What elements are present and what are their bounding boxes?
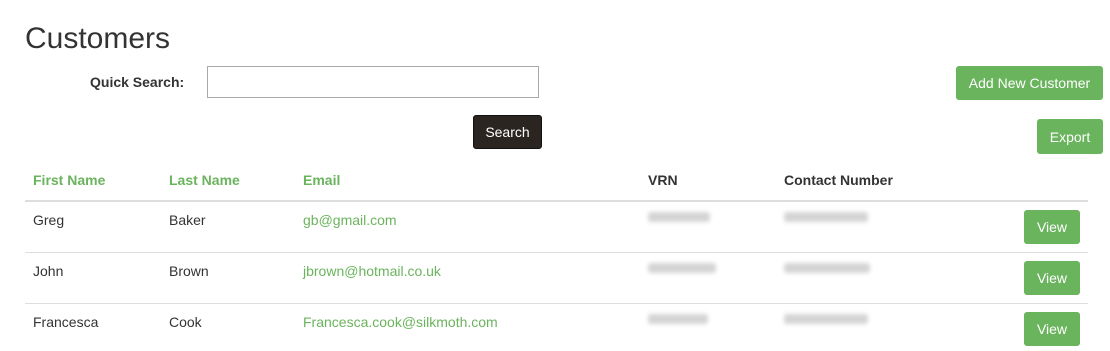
- last-name: Baker: [169, 212, 206, 228]
- column-header-contact-number: Contact Number: [776, 160, 1004, 202]
- table-body: Greg Baker gb@gmail.com View John Brown …: [25, 201, 1088, 351]
- first-name: John: [33, 263, 64, 279]
- table-header: First Name Last Name Email VRN Contact N…: [25, 160, 1088, 202]
- cell-actions: View: [1004, 303, 1088, 351]
- last-name: Brown: [169, 263, 209, 279]
- first-name: Greg: [33, 212, 65, 228]
- search-button[interactable]: Search: [473, 115, 542, 149]
- cell-email: jbrown@hotmail.co.uk: [295, 252, 640, 304]
- cell-email: gb@gmail.com: [295, 201, 640, 253]
- customers-page: Customers Quick Search: Add New Customer…: [0, 0, 1110, 351]
- cell-first-name: Greg: [25, 201, 161, 253]
- cell-first-name: Francesca: [25, 303, 161, 351]
- table-header-row: First Name Last Name Email VRN Contact N…: [25, 160, 1088, 202]
- first-name: Francesca: [33, 314, 99, 330]
- email-link[interactable]: Francesca.cook@silkmoth.com: [303, 314, 498, 330]
- export-button[interactable]: Export: [1037, 119, 1103, 154]
- column-header-first-name[interactable]: First Name: [25, 160, 161, 202]
- view-button[interactable]: View: [1024, 210, 1080, 244]
- cell-contact-number: [776, 252, 1004, 304]
- table-row: John Brown jbrown@hotmail.co.uk View: [25, 252, 1088, 304]
- email-link[interactable]: jbrown@hotmail.co.uk: [303, 263, 441, 279]
- redacted-contact-number: [784, 212, 868, 222]
- customers-table: First Name Last Name Email VRN Contact N…: [25, 160, 1088, 351]
- last-name: Cook: [169, 314, 202, 330]
- column-header-last-name[interactable]: Last Name: [161, 160, 295, 202]
- column-header-email[interactable]: Email: [295, 160, 640, 202]
- column-header-actions: [1004, 160, 1088, 202]
- table-row: Greg Baker gb@gmail.com View: [25, 201, 1088, 253]
- redacted-vrn: [648, 263, 716, 273]
- redacted-vrn: [648, 314, 708, 324]
- redacted-contact-number: [784, 263, 870, 273]
- redacted-vrn: [648, 212, 710, 222]
- quick-search-label: Quick Search:: [90, 74, 185, 90]
- cell-vrn: [640, 303, 776, 351]
- column-header-vrn: VRN: [640, 160, 776, 202]
- email-link[interactable]: gb@gmail.com: [303, 212, 397, 228]
- table-row: Francesca Cook Francesca.cook@silkmoth.c…: [25, 303, 1088, 351]
- cell-actions: View: [1004, 201, 1088, 253]
- cell-vrn: [640, 252, 776, 304]
- page-title: Customers: [25, 22, 171, 55]
- add-new-customer-button[interactable]: Add New Customer: [956, 66, 1103, 100]
- redacted-contact-number: [784, 314, 868, 324]
- cell-actions: View: [1004, 252, 1088, 304]
- cell-email: Francesca.cook@silkmoth.com: [295, 303, 640, 351]
- cell-contact-number: [776, 201, 1004, 253]
- quick-search-input[interactable]: [207, 66, 539, 98]
- cell-vrn: [640, 201, 776, 253]
- cell-contact-number: [776, 303, 1004, 351]
- cell-last-name: Cook: [161, 303, 295, 351]
- cell-last-name: Brown: [161, 252, 295, 304]
- cell-last-name: Baker: [161, 201, 295, 253]
- view-button[interactable]: View: [1024, 261, 1080, 295]
- view-button[interactable]: View: [1024, 312, 1080, 346]
- cell-first-name: John: [25, 252, 161, 304]
